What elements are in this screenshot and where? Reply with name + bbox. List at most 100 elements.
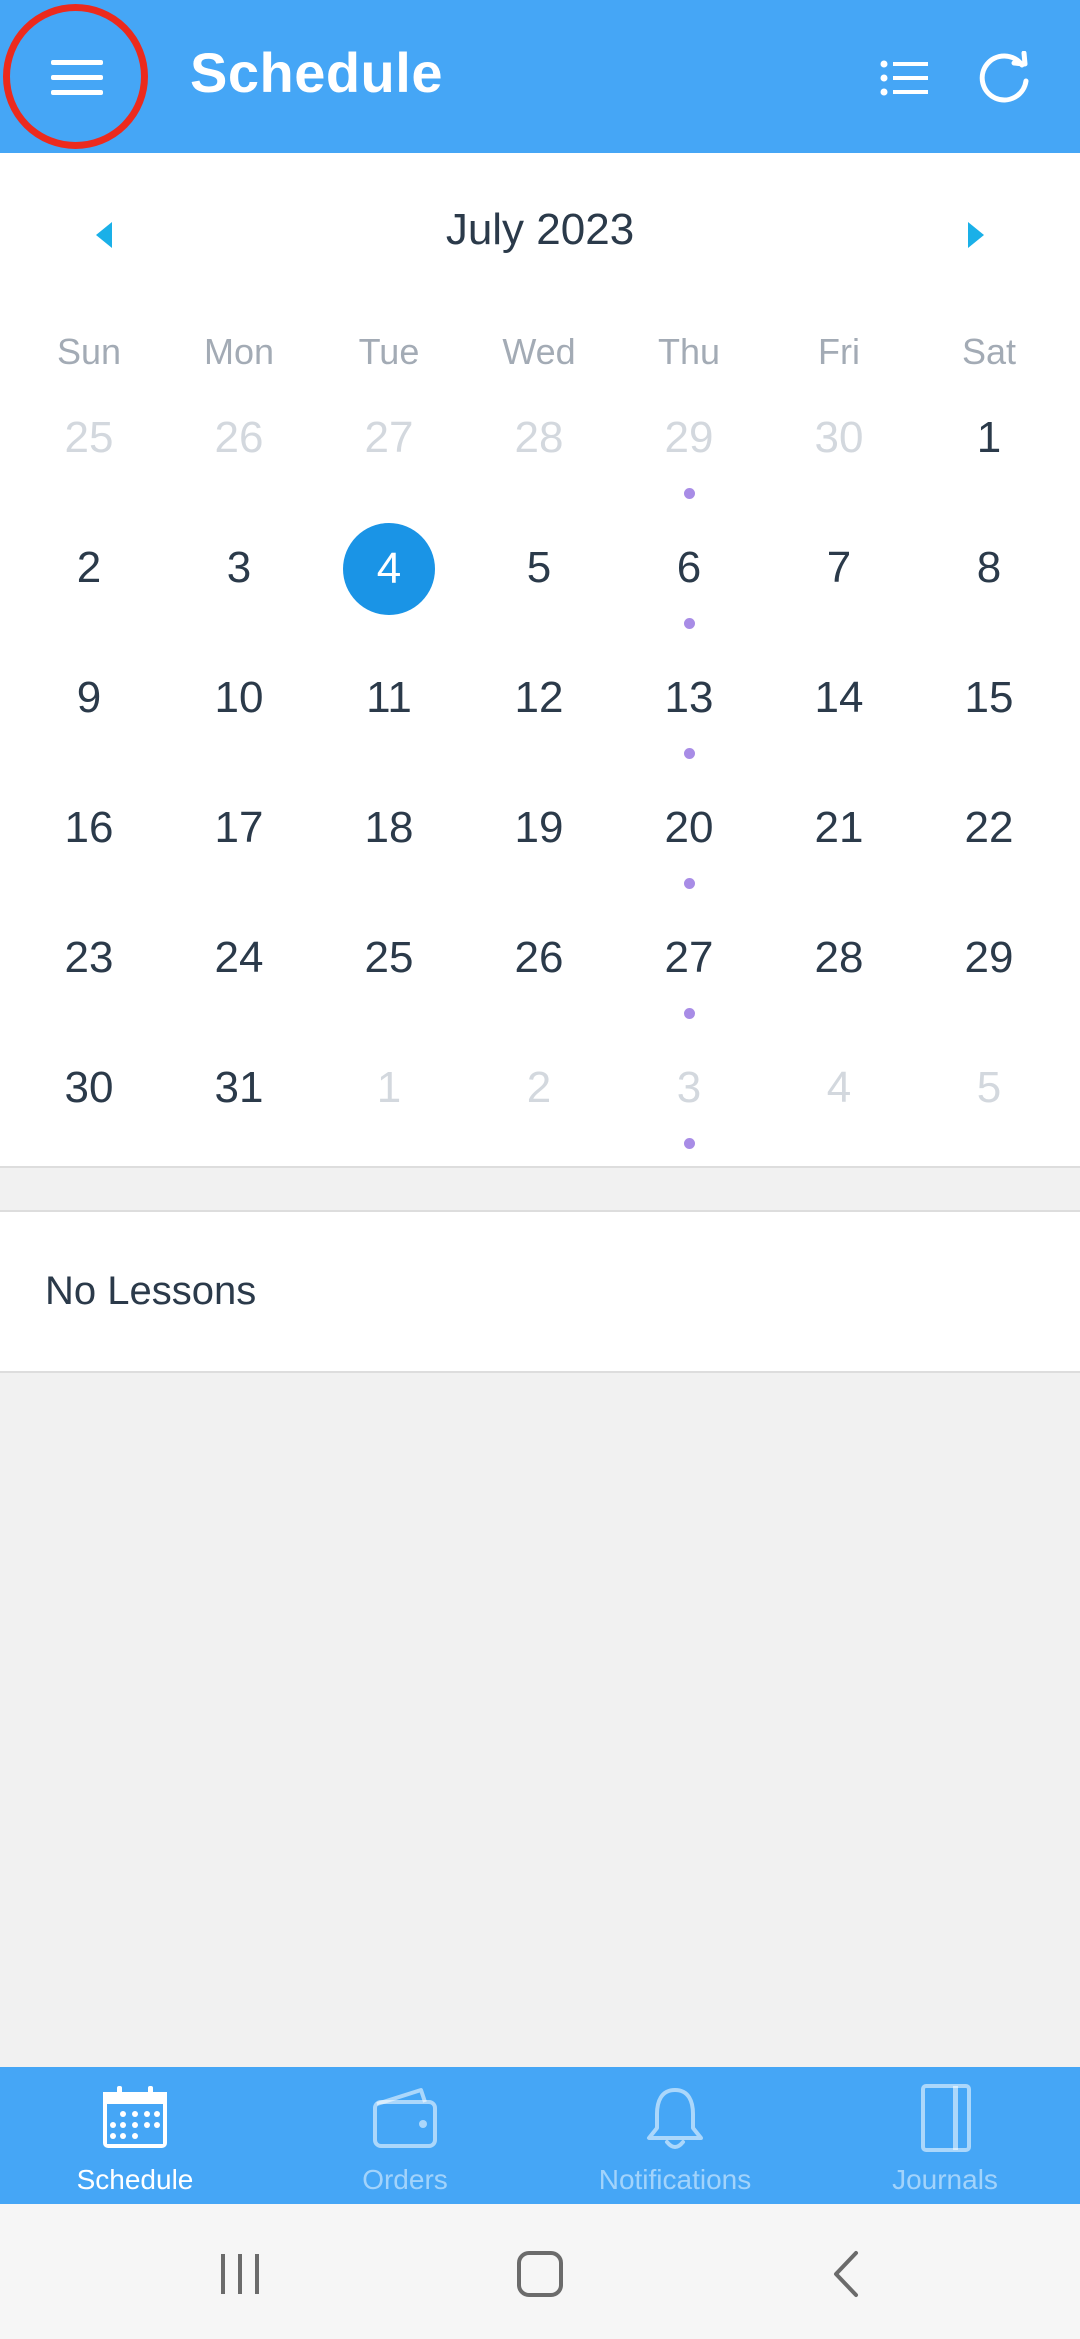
calendar-day[interactable]: 21 — [764, 780, 914, 910]
calendar-day[interactable]: 10 — [164, 650, 314, 780]
calendar-day[interactable]: 11 — [314, 650, 464, 780]
menu-button[interactable] — [0, 0, 153, 153]
tab-label: Notifications — [598, 2164, 752, 2195]
calendar-day[interactable]: 19 — [464, 780, 614, 910]
day-number: 4 — [826, 1063, 852, 1112]
day-number: 18 — [364, 803, 414, 852]
recent-apps-icon — [221, 2254, 259, 2294]
day-number: 15 — [964, 673, 1014, 722]
day-number: 23 — [64, 933, 114, 982]
tab-journals[interactable]: Journals — [810, 2067, 1080, 2204]
calendar-day[interactable]: 27 — [614, 910, 764, 1040]
day-number: 29 — [664, 413, 714, 462]
calendar-day[interactable]: 9 — [14, 650, 164, 780]
list-view-button[interactable] — [865, 38, 945, 118]
day-number: 17 — [214, 803, 264, 852]
day-number: 13 — [664, 673, 714, 722]
calendar-day[interactable]: 29 — [614, 390, 764, 520]
page-title: Schedule — [190, 41, 443, 104]
day-number: 4 — [343, 523, 435, 615]
calendar-day[interactable]: 1 — [914, 390, 1064, 520]
bell-icon — [647, 2088, 703, 2149]
calendar-day[interactable]: 22 — [914, 780, 1064, 910]
day-number: 9 — [76, 673, 102, 722]
calendar-day[interactable]: 29 — [914, 910, 1064, 1040]
month-title: July 2023 — [445, 205, 635, 254]
calendar: July 2023 Sun Mon Tue Wed Thu Fri Sat 25… — [0, 153, 1080, 1168]
calendar-day[interactable]: 16 — [14, 780, 164, 910]
day-number: 12 — [514, 673, 564, 722]
day-number: 22 — [964, 803, 1014, 852]
day-number: 30 — [814, 413, 864, 462]
calendar-day[interactable]: 4 — [764, 1040, 914, 1170]
event-dot — [684, 618, 695, 629]
weekday-label: Wed — [502, 331, 576, 372]
tab-schedule[interactable]: Schedule — [0, 2067, 270, 2204]
calendar-day[interactable]: 27 — [314, 390, 464, 520]
recent-apps-button[interactable] — [190, 2239, 290, 2309]
back-icon — [834, 2251, 858, 2297]
calendar-day[interactable]: 25 — [14, 390, 164, 520]
day-number: 3 — [226, 543, 252, 592]
journal-icon — [921, 2084, 971, 2152]
calendar-day[interactable]: 25 — [314, 910, 464, 1040]
calendar-day[interactable]: 15 — [914, 650, 1064, 780]
day-number: 16 — [64, 803, 114, 852]
day-number: 26 — [214, 413, 264, 462]
day-number: 20 — [664, 803, 714, 852]
calendar-day[interactable]: 3 — [614, 1040, 764, 1170]
event-dot — [684, 1008, 695, 1019]
weekday-label: Tue — [358, 331, 420, 372]
day-number: 14 — [814, 673, 864, 722]
calendar-day[interactable]: 2 — [464, 1040, 614, 1170]
calendar-day[interactable]: 6 — [614, 520, 764, 650]
day-number: 6 — [676, 543, 702, 592]
calendar-day[interactable]: 30 — [764, 390, 914, 520]
calendar-day[interactable]: 1 — [314, 1040, 464, 1170]
calendar-day[interactable]: 26 — [464, 910, 614, 1040]
calendar-day[interactable]: 24 — [164, 910, 314, 1040]
event-dot — [684, 1138, 695, 1149]
event-dot — [684, 488, 695, 499]
day-number: 2 — [76, 543, 102, 592]
calendar-day[interactable]: 30 — [14, 1040, 164, 1170]
day-number: 29 — [964, 933, 1014, 982]
calendar-day[interactable]: 18 — [314, 780, 464, 910]
calendar-day-selected[interactable]: 4 — [314, 520, 464, 650]
no-lessons-text: No Lessons — [45, 1269, 257, 1313]
next-month-button[interactable] — [936, 205, 1016, 265]
back-button[interactable] — [795, 2239, 895, 2309]
calendar-icon — [103, 2086, 167, 2148]
calendar-day[interactable]: 14 — [764, 650, 914, 780]
home-icon — [517, 2251, 563, 2297]
calendar-day[interactable]: 3 — [164, 520, 314, 650]
calendar-day[interactable]: 31 — [164, 1040, 314, 1170]
calendar-day[interactable]: 28 — [764, 910, 914, 1040]
home-button[interactable] — [490, 2239, 590, 2309]
day-number: 27 — [664, 933, 714, 982]
hamburger-menu-icon — [50, 59, 103, 95]
calendar-day[interactable]: 23 — [14, 910, 164, 1040]
calendar-day[interactable]: 5 — [914, 1040, 1064, 1170]
calendar-day[interactable]: 28 — [464, 390, 614, 520]
calendar-day[interactable]: 5 — [464, 520, 614, 650]
refresh-button[interactable] — [965, 38, 1045, 118]
calendar-day[interactable]: 20 — [614, 780, 764, 910]
tab-notifications[interactable]: Notifications — [540, 2067, 810, 2204]
calendar-day[interactable]: 17 — [164, 780, 314, 910]
calendar-day[interactable]: 13 — [614, 650, 764, 780]
day-number: 10 — [214, 673, 264, 722]
calendar-day[interactable]: 12 — [464, 650, 614, 780]
day-number: 31 — [214, 1063, 264, 1112]
system-navigation-bar — [0, 2204, 1080, 2339]
tab-orders[interactable]: Orders — [270, 2067, 540, 2204]
day-number: 3 — [676, 1063, 702, 1112]
bottom-tab-bar: Schedule Orders Notifications Journals — [0, 2067, 1080, 2204]
calendar-day[interactable]: 8 — [914, 520, 1064, 650]
day-number: 24 — [214, 933, 264, 982]
calendar-day[interactable]: 7 — [764, 520, 914, 650]
day-number: 2 — [526, 1063, 552, 1112]
calendar-day[interactable]: 2 — [14, 520, 164, 650]
day-number: 1 — [376, 1063, 402, 1112]
calendar-day[interactable]: 26 — [164, 390, 314, 520]
